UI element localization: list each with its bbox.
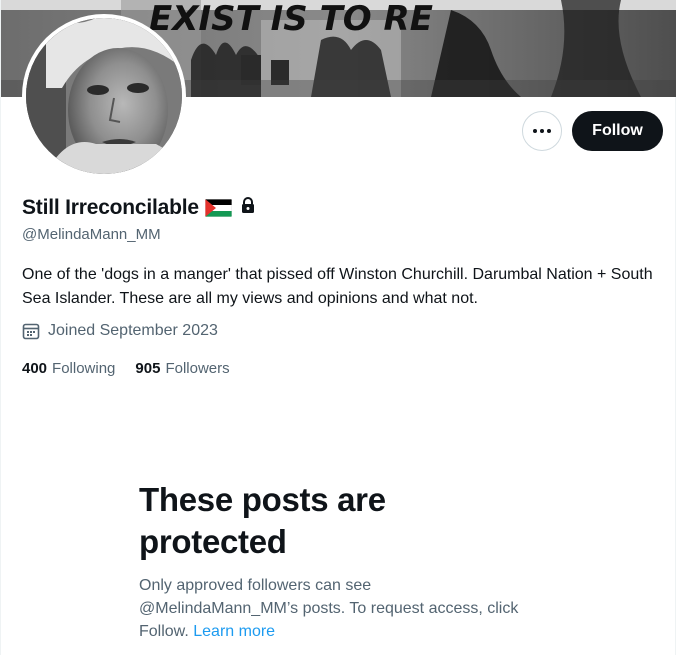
calendar-icon — [22, 323, 40, 340]
joined-date: Joined September 2023 — [22, 322, 218, 340]
following-label: Following — [52, 360, 116, 377]
followers-count: 905 — [135, 360, 161, 377]
follow-button[interactable]: Follow — [572, 111, 663, 151]
following-count: 400 — [22, 360, 48, 377]
follow-stats: 400 Following 905 Followers — [22, 360, 250, 377]
followers-link[interactable]: 905 Followers — [135, 360, 229, 377]
ellipsis-dot — [540, 129, 544, 133]
more-options-button[interactable] — [522, 111, 562, 151]
ellipsis-dot — [547, 129, 551, 133]
profile-handle: @MelindaMann_MM — [22, 226, 161, 243]
lock-icon — [241, 197, 255, 219]
avatar[interactable] — [22, 14, 186, 178]
profile-page: EXIST IS TO RE Follow Still Irreconcilab… — [0, 0, 676, 655]
learn-more-link[interactable]: Learn more — [193, 623, 275, 640]
avatar-image — [26, 18, 182, 174]
protected-description: Only approved followers can see @Melinda… — [139, 574, 519, 643]
joined-text: Joined September 2023 — [48, 322, 218, 339]
display-name: Still Irreconcilable — [22, 196, 199, 219]
profile-bio: One of the 'dogs in a manger' that pisse… — [22, 266, 653, 307]
palestine-flag-icon — [204, 199, 232, 217]
protected-title: These posts are protected — [139, 481, 386, 560]
followers-label: Followers — [165, 360, 230, 377]
profile-name-row: Still Irreconcilable — [22, 194, 255, 222]
ellipsis-icon — [533, 129, 537, 133]
svg-text:EXIST IS TO RE: EXIST IS TO RE — [149, 0, 433, 39]
protected-notice: These posts are protected Only approved … — [139, 479, 539, 643]
following-link[interactable]: 400 Following — [22, 360, 115, 377]
